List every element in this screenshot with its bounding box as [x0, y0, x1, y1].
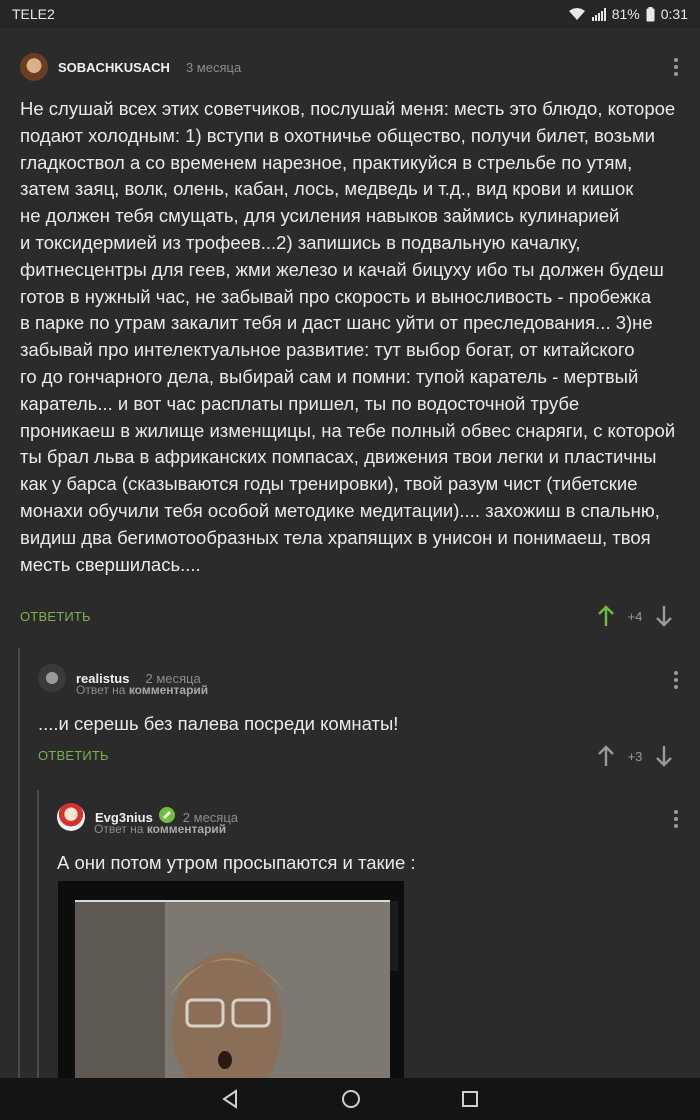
- downvote-arrow-icon[interactable]: [655, 745, 673, 767]
- avatar[interactable]: [20, 53, 48, 81]
- upvote-arrow-icon[interactable]: [597, 605, 615, 627]
- battery-icon: [646, 6, 655, 22]
- avatar[interactable]: [57, 803, 85, 831]
- thread-line: [18, 648, 20, 1078]
- reply-button[interactable]: ОТВЕТИТЬ: [20, 609, 91, 624]
- thread-line: [37, 790, 39, 1078]
- avatar[interactable]: [38, 664, 66, 692]
- clock: 0:31: [660, 6, 688, 22]
- status-bar: TELE2 81% 0:31: [0, 0, 700, 28]
- comment-line: и токсидермией из трофеев...2) запишись …: [20, 231, 581, 253]
- more-options-icon[interactable]: [668, 808, 684, 830]
- battery-percent: 81%: [611, 6, 640, 22]
- comment-line: каратель... и вот час расплаты пришел, т…: [20, 392, 580, 414]
- more-options-icon[interactable]: [668, 56, 684, 78]
- vote-controls: +4: [597, 605, 673, 627]
- photo-content: [75, 900, 390, 1081]
- comment-line: фитнесцентры для геев, жми железо и кача…: [20, 258, 664, 280]
- rating-value: +4: [627, 608, 643, 624]
- comment-line: как у барса (сказываются годы тренировки…: [20, 473, 638, 495]
- comment-line: подают холодным: 1) вступи в охотничье о…: [20, 124, 655, 146]
- comment-line: не должен тебя смущать, для усиления нав…: [20, 205, 620, 227]
- vote-controls: +3: [597, 745, 673, 767]
- downvote-arrow-icon[interactable]: [655, 605, 673, 627]
- comment-line: забывай про интелектуальное развитие: ту…: [20, 339, 635, 361]
- navigation-bar: [0, 1078, 700, 1120]
- rating-value: +3: [627, 748, 643, 764]
- comment-text: А они потом утром просыпаются и такие :: [57, 852, 416, 873]
- comment-line: монахи обучили тебя особой методике меди…: [20, 499, 660, 521]
- comment-time: 3 месяца: [185, 59, 242, 75]
- comment-line: проникаеш в жилище изменщицы, на тебе по…: [20, 419, 676, 441]
- comment-text: ....и серешь без палева посреди комнаты!: [38, 713, 399, 734]
- comment-text: Не слушай всех этих советчиков, послушай…: [20, 96, 685, 578]
- comment-line: видиш два бегимотообразных тела храпящих…: [20, 526, 651, 548]
- carrier-label: TELE2: [12, 6, 55, 22]
- reply-to-label: Ответ на комментарий: [94, 822, 227, 836]
- comment-line: месть свершилась....: [20, 553, 201, 575]
- signal-icon: [591, 7, 606, 21]
- comment-image[interactable]: [58, 881, 404, 1081]
- more-options-icon[interactable]: [668, 669, 684, 691]
- comment-line: затем заяц, волк, олень, кабан, лось, ме…: [20, 178, 634, 200]
- back-icon[interactable]: [221, 1089, 241, 1109]
- reply-to-label: Ответ на комментарий: [76, 683, 209, 697]
- comment-line: в парке по утрам закалит тебя и даст шан…: [20, 312, 653, 334]
- status-icons: 81% 0:31: [568, 6, 688, 22]
- comment-line: гладкоствол а со временем нарезное, прак…: [20, 151, 633, 173]
- reply-button[interactable]: ОТВЕТИТЬ: [38, 748, 109, 763]
- comment-line: го до гончарного дела, выбирай сам и пом…: [20, 365, 639, 387]
- comment-header: SOBACHKUSACH 3 месяца: [20, 53, 241, 81]
- username[interactable]: SOBACHKUSACH: [58, 60, 170, 75]
- recents-icon[interactable]: [461, 1090, 479, 1108]
- home-icon[interactable]: [341, 1089, 361, 1109]
- comment-line: ты брал льва в африканских помпасах, дви…: [20, 446, 657, 468]
- wifi-icon: [568, 7, 586, 21]
- reply-to-link[interactable]: комментарий: [147, 822, 226, 836]
- upvote-arrow-icon[interactable]: [597, 745, 615, 767]
- reply-to-link[interactable]: комментарий: [129, 683, 208, 697]
- watermark-strip: [390, 901, 398, 971]
- comment-line: Не слушай всех этих советчиков, послушай…: [20, 98, 676, 119]
- comment-line: готов в нужный час, не забывай про скоро…: [20, 285, 651, 307]
